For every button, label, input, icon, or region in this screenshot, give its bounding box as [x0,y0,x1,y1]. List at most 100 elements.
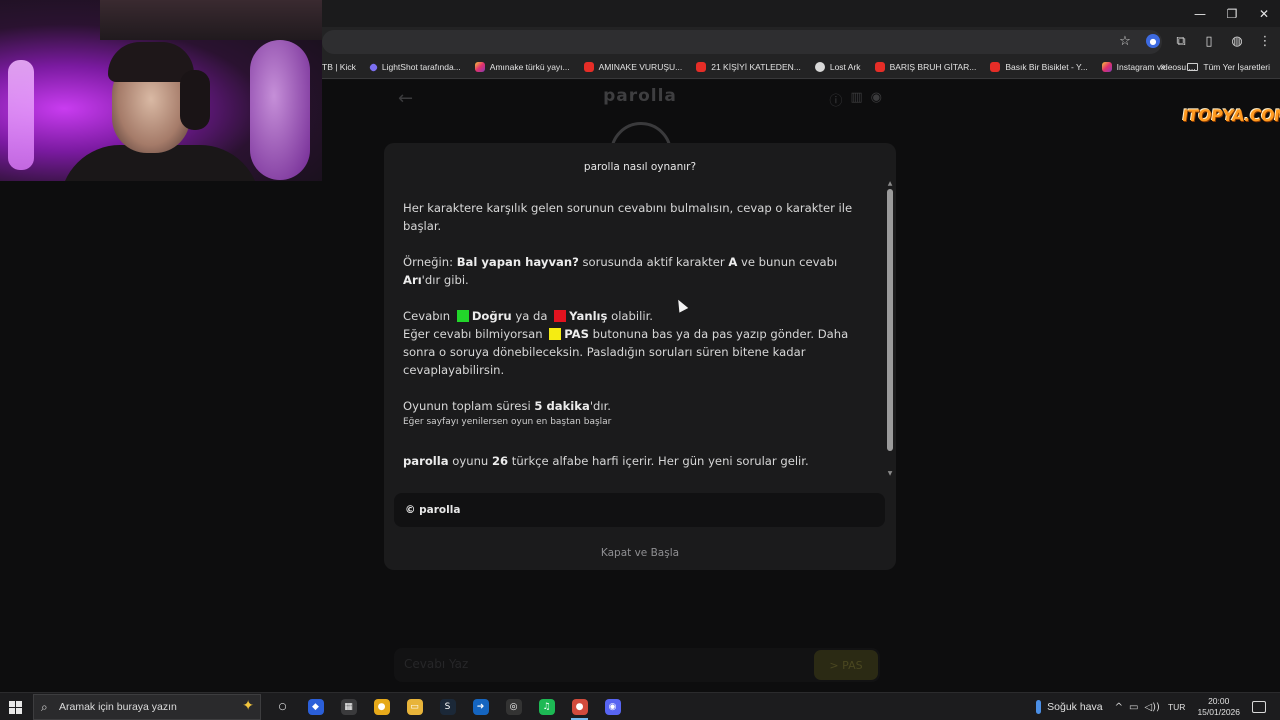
modal-body: Her karaktere karşılık gelen sorunun cev… [403,199,869,488]
restore-icon[interactable]: ❐ [1216,0,1248,27]
volume-icon[interactable]: ◁)) [1144,702,1160,713]
bookmark-label: Basık Bir Bisiklet - Y... [1005,62,1088,72]
app-arrow-icon: ➜ [472,699,489,715]
bookmarks-overflow-button[interactable]: » [1160,55,1166,79]
minimize-icon[interactable]: — [1184,0,1216,27]
example-mid2: ve bunun cevabı [737,255,838,269]
search-highlight-icon: ✦ [242,698,254,714]
pass-button[interactable]: > PAS [814,650,878,680]
alphabet-mid: oyunu [448,454,492,468]
taskbar-app-app-blue[interactable]: ◆ [299,693,332,720]
example-paragraph: Örneğin: Bal yapan hayvan? sorusunda akt… [403,253,869,289]
close-window-icon[interactable]: ✕ [1248,0,1280,27]
taskbar-app-chrome-active[interactable]: ● [563,693,596,720]
taskbar-app-calculator[interactable]: ▦ [332,693,365,720]
close-and-start-button[interactable]: Kapat ve Başla [384,547,896,559]
bookmark-item[interactable]: BARIŞ BRUH GİTAR... [874,62,976,72]
scrollbar-thumb[interactable] [887,189,893,451]
webcam-shelf [100,0,322,40]
bookmark-item[interactable]: AMINAKE VURUŞU... [583,62,682,72]
weather-widget[interactable]: Soğuk hava [1036,700,1103,714]
taskbar-app-app-arrow[interactable]: ➜ [464,693,497,720]
search-icon: ⌕ [41,700,48,714]
webcam-microphone [250,40,310,180]
tray-overflow-icon[interactable]: ^ [1115,702,1123,713]
window-controls: — ❐ ✕ [1184,0,1280,27]
taskbar-app-steam[interactable]: S [431,693,464,720]
address-bar[interactable] [322,30,1162,54]
example-post: 'dır gibi. [421,273,469,287]
youtube-icon [583,62,594,72]
bookmark-star-icon[interactable]: ☆ [1116,32,1134,50]
result-mid: ya da [511,309,552,323]
bookmark-item[interactable]: TB | Kick [322,62,356,72]
app-title: parolla [603,86,677,106]
chrome-active-icon: ● [571,699,588,715]
example-mid: sorusunda aktif karakter [578,255,729,269]
taskbar-clock[interactable]: 20:00 15/01/2026 [1197,696,1240,718]
stats-icon[interactable]: ▥ [850,90,862,109]
extensions-puzzle-icon[interactable]: ⧉ [1172,32,1190,50]
alphabet-paragraph: parolla oyunu 26 türkçe alfabe harfi içe… [403,452,869,470]
refresh-note: Eğer sayfayı yenilersen oyun en baştan b… [403,417,612,427]
profile-icon[interactable]: ◍ [1228,32,1246,50]
app-header: ← parolla ⓘ ▥ ◉ [390,84,890,114]
language-indicator[interactable]: TUR [1168,702,1185,712]
bookmark-item[interactable]: Instagram videosu:... [1101,62,1196,72]
info-icon[interactable]: ⓘ [829,90,842,109]
bookmark-item[interactable]: Lost Ark [814,62,861,72]
copyright-box: © parolla [394,493,885,527]
result-post: olabilir. [607,309,653,323]
modal-scrollbar[interactable]: ▲ ▼ [887,181,893,479]
bookmark-label: LightShot tarafında... [381,62,461,72]
lightshot-icon [368,62,379,72]
menu-kebab-icon[interactable]: ⋮ [1256,32,1274,50]
bookmark-label: TB | Kick [322,62,356,72]
duration-pre: Oyunun toplam süresi [403,399,535,413]
bookmark-label: Instagram videosu:... [1116,62,1196,72]
chrome-icon: ● [373,699,390,715]
youtube-icon [874,62,885,72]
file-explorer-icon: ▭ [406,699,423,715]
example-letter: A [728,255,738,269]
bookmark-item[interactable]: Amınake türkü yayı... [474,62,570,72]
instagram-icon [1101,62,1112,72]
bookmark-item[interactable]: Basık Bir Bisiklet - Y... [990,62,1088,72]
taskbar-app-chrome[interactable]: ● [365,693,398,720]
bookmark-item[interactable]: 21 KİŞİYİ KATLEDEN... [696,62,801,72]
answer-bar: Cevabı Yaz > PAS [394,648,880,682]
taskbar-app-discord[interactable]: ◉ [596,693,629,720]
alphabet-brand: parolla [403,454,449,468]
system-tray: Soğuk hava ^ ▭ ◁)) TUR 20:00 15/01/2026 [1036,693,1280,720]
windows-start-icon[interactable] [9,701,22,714]
windows-taskbar: ⌕ Aramak için buraya yazın ✦ ○ ◆ ▦ ● ▭ S ➜ ◎ ♫ ● ◉… [0,692,1280,720]
all-bookmarks-button[interactable]: Tüm Yer İşaretleri [1187,55,1270,79]
taskbar-search-box[interactable]: ⌕ Aramak için buraya yazın ✦ [33,694,261,720]
scroll-up-arrow-icon[interactable]: ▲ [887,181,893,187]
side-panel-icon[interactable]: ▯ [1200,32,1218,50]
taskbar-app-app-gauge[interactable]: ◎ [497,693,530,720]
duration-paragraph: Oyunun toplam süresi 5 dakika'dır. [403,397,869,415]
taskbar-app-cortana[interactable]: ○ [266,693,299,720]
network-icon[interactable]: ▭ [1129,702,1138,713]
notification-icon[interactable] [1252,701,1266,713]
clock-time: 20:00 [1208,696,1230,706]
user-icon[interactable]: ◉ [871,90,882,109]
alphabet-count: 26 [491,454,509,468]
bookmark-item[interactable]: LightShot tarafında... [368,62,461,72]
taskbar-app-file-explorer[interactable]: ▭ [398,693,431,720]
app-gauge-icon: ◎ [505,699,522,715]
pass-square-icon [549,328,562,340]
extension-badge-icon[interactable]: ● [1144,32,1162,50]
correct-square-icon [456,310,469,322]
taskbar-app-spotify[interactable]: ♫ [530,693,563,720]
rule-paragraph: Her karaktere karşılık gelen sorunun cev… [403,201,853,233]
weather-label: Soğuk hava [1047,701,1103,713]
taskbar-search-placeholder: Aramak için buraya yazın [59,701,177,713]
globe-icon [814,62,825,72]
scroll-down-arrow-icon[interactable]: ▼ [887,471,893,477]
screen: — ❐ ✕ ☆ ● ⧉ ▯ ◍ ⋮ TB | Kick LightShot tar… [0,0,1280,720]
bookmark-list: TB | Kick LightShot tarafında... Amınake t… [322,55,1196,79]
answer-input[interactable]: Cevabı Yaz [404,657,468,671]
example-pre: Örneğin: [403,255,457,269]
